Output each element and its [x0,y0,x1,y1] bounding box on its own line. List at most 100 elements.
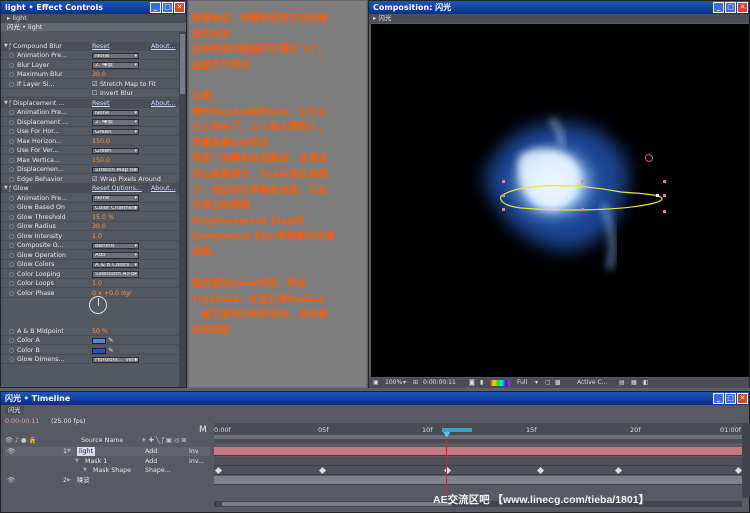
column-source-name[interactable]: Source Name [81,436,123,445]
visibility-icon[interactable]: 👁 [7,476,15,485]
anchor-point-icon[interactable] [645,154,653,162]
av-features-icons[interactable]: 👁 ♪ ● 🔒 [5,436,36,445]
stopwatch-icon[interactable]: ○ [9,203,14,211]
keyframe-icon[interactable] [318,466,327,475]
stopwatch-icon[interactable]: ○ [9,165,14,173]
layer-mode[interactable]: Shape... [145,466,171,475]
show-snapshot-icon[interactable]: ▮ [480,378,483,388]
expand-triangle-icon[interactable]: ▶ [67,476,71,485]
timeline-tab[interactable]: 闪光 [5,406,24,415]
property-dropdown[interactable]: Green [92,128,139,135]
stopwatch-icon[interactable]: ○ [9,289,14,297]
channel-icon[interactable] [490,380,510,386]
checkbox[interactable]: ☑ [92,175,98,183]
stopwatch-icon[interactable]: ○ [9,241,14,249]
stopwatch-icon[interactable]: ○ [9,251,14,259]
mask-vertex[interactable] [502,208,505,211]
color-swatch[interactable] [92,338,106,344]
zoom-select[interactable]: 100% [385,378,402,388]
stopwatch-icon[interactable]: ○ [9,127,14,135]
close-icon[interactable]: ✕ [737,2,748,13]
stopwatch-icon[interactable]: ○ [9,80,14,88]
layer-mode[interactable]: Add [145,457,157,466]
property-value[interactable]: 15.0 % [92,213,114,221]
stopwatch-icon[interactable]: ○ [9,279,14,287]
current-time-indicator[interactable] [446,436,448,496]
keyframe-icon[interactable] [615,466,623,475]
expand-triangle-icon[interactable]: ▼ [83,466,87,475]
about-link[interactable]: About... [151,42,176,50]
property-value[interactable]: 1.0 [92,279,102,287]
mask-vertex[interactable] [581,208,584,211]
close-icon[interactable]: ✕ [174,2,185,13]
switches-icons[interactable]: ☀ ✚ ╲ ƒ ▣ ◎ ⊞ [141,436,187,445]
mask-vertex-selected[interactable] [656,194,659,197]
reset-link[interactable]: Reset [92,99,110,107]
timeline-layer-row[interactable]: 👁 ▼ 1 light Add Inv [5,447,210,456]
visibility-icon[interactable]: 👁 [7,447,15,456]
preview-icon[interactable]: ▣ [373,378,379,388]
layer-name[interactable]: light [77,447,95,456]
mask-vertex[interactable] [663,194,666,197]
stopwatch-icon[interactable]: ○ [9,118,14,126]
timeline-layer-row[interactable]: ▼ Mask 1 Add Inv... [5,457,210,466]
timeline-scrollbar[interactable] [742,423,750,498]
color-phase-dial[interactable] [89,296,107,314]
property-value[interactable]: 30.0 [92,222,106,230]
layer-trkmat[interactable]: Inv [189,447,199,456]
fast-preview-icon[interactable]: ◧ [643,378,649,388]
expand-triangle-icon[interactable]: ▼ [4,99,8,107]
stopwatch-icon[interactable]: ○ [9,222,14,230]
snapshot-icon[interactable]: ◙ [469,378,475,388]
property-value[interactable]: 50 % [92,327,108,335]
about-link[interactable]: About... [151,184,176,192]
fx-toggle-icon[interactable]: ƒ [9,99,11,107]
stopwatch-icon[interactable]: ○ [9,108,14,116]
stopwatch-icon[interactable]: ○ [9,336,14,344]
eyedropper-icon[interactable]: ✎ [108,346,113,354]
stopwatch-icon[interactable]: ○ [9,232,14,240]
mask-vertex[interactable] [502,194,505,197]
layer-track[interactable] [214,466,743,475]
composition-canvas[interactable] [371,24,749,377]
effect-header[interactable]: ▼ ƒ Glow Reset Options... About... [1,184,180,194]
camera-select[interactable]: Active C... [577,378,607,388]
keyframe-icon[interactable] [734,466,743,475]
property-dropdown[interactable]: Stretch Map to Fit [92,166,139,173]
maximize-icon[interactable]: □ [162,2,173,13]
layer-track[interactable] [214,456,742,466]
property-value[interactable]: 1.0 [92,232,102,240]
property-dropdown[interactable]: Add [92,252,139,259]
property-dropdown[interactable]: None [92,109,139,116]
close-icon[interactable]: ✕ [737,393,748,404]
toggle-pixel-icon[interactable]: ▦ [631,378,637,388]
expand-triangle-icon[interactable]: ▼ [67,447,71,456]
view-layout-icon[interactable]: ▤ [619,378,625,388]
mask-vertex[interactable] [581,180,584,183]
minimize-icon[interactable]: _ [713,393,724,404]
color-swatch[interactable] [92,347,106,354]
fx-toggle-icon[interactable]: ƒ [9,184,11,192]
layer-track[interactable] [214,447,742,456]
property-dropdown[interactable]: A & B Colors [92,261,139,268]
keyframe-icon[interactable] [214,466,223,475]
timeline-layer-row[interactable]: 👁 ▶ 2 噪波 [5,476,210,485]
maximize-icon[interactable]: □ [725,393,736,404]
stopwatch-icon[interactable]: ○ [9,213,14,221]
transparency-grid-icon[interactable]: ▩ [555,378,561,388]
mask-vertex[interactable] [502,180,505,183]
mask-vertex[interactable] [663,210,666,213]
property-dropdown[interactable]: 2. 噪波 [92,119,139,126]
layer-trkmat[interactable]: Inv... [189,457,204,466]
timecode-display[interactable]: 0:00:00:11 [423,378,456,388]
property-dropdown[interactable]: None [92,52,139,59]
about-link[interactable]: About... [151,99,176,107]
expand-triangle-icon[interactable]: ▼ [75,457,79,466]
mask-vertex[interactable] [663,180,666,183]
property-value[interactable]: 150.0 [92,137,110,145]
stopwatch-icon[interactable]: ○ [9,346,14,354]
timeline-timecode[interactable]: 0:00:00:11 [5,417,39,426]
property-dropdown[interactable]: Behind [92,242,139,249]
stopwatch-icon[interactable]: ○ [9,270,14,278]
eyedropper-icon[interactable]: ✎ [108,336,113,344]
